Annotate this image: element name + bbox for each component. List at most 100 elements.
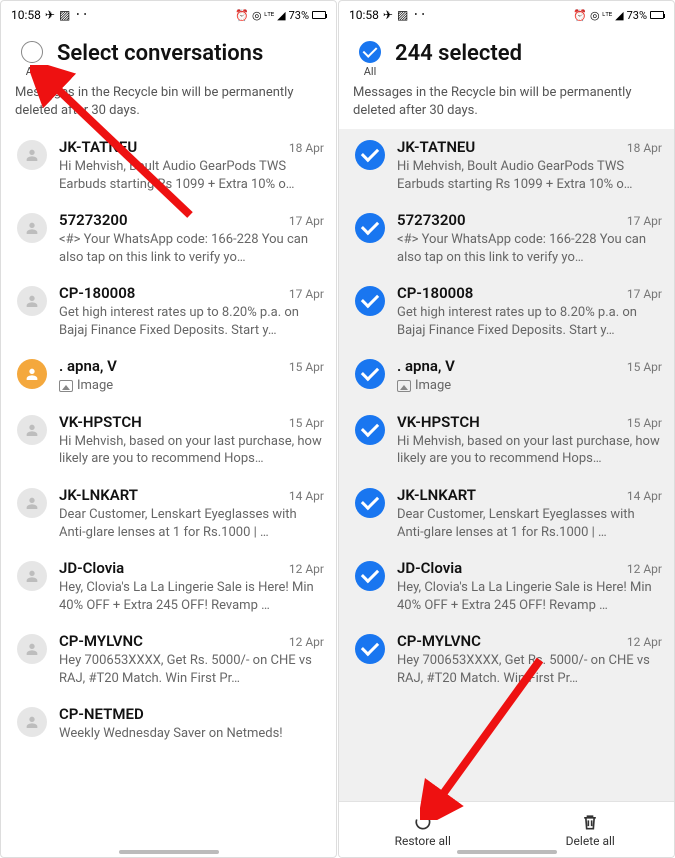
delete-all-button[interactable]: Delete all — [507, 802, 675, 857]
recycle-bin-notice: Messages in the Recycle bin will be perm… — [1, 84, 336, 129]
battery-icon — [312, 11, 326, 19]
message-preview: Image — [397, 377, 662, 395]
trash-icon — [580, 812, 600, 832]
sender-name: VK-HPSTCH — [59, 413, 142, 431]
alarm-icon: ⏰ — [573, 9, 587, 22]
generic-avatar — [17, 488, 47, 518]
sender-name: CP-MYLVNC — [397, 632, 481, 650]
sender-name: JD-Clovia — [59, 559, 124, 577]
generic-avatar — [17, 634, 47, 664]
battery-icon — [650, 11, 664, 19]
select-all-checkbox[interactable] — [21, 41, 43, 63]
conversation-row[interactable]: 5727320017 Apr<#> Your WhatsApp code: 16… — [1, 202, 336, 275]
sender-name: JD-Clovia — [397, 559, 462, 577]
message-preview: Image — [59, 377, 324, 395]
message-date: 17 Apr — [627, 287, 662, 301]
message-date: 14 Apr — [627, 489, 662, 503]
message-preview: Dear Customer, Lenskart Eyeglasses with … — [59, 506, 324, 541]
sender-name: JK-TATNEU — [397, 138, 475, 156]
conversation-list[interactable]: JK-TATNEU18 AprHi Mehvish, Boult Audio G… — [339, 129, 674, 801]
sender-name: 57273200 — [397, 211, 466, 229]
select-all-label: All — [26, 65, 39, 78]
page-title: 244 selected — [389, 41, 522, 66]
sender-name: CP-NETMED — [59, 705, 144, 723]
message-date: 18 Apr — [627, 141, 662, 155]
selected-check-icon — [355, 415, 385, 445]
signal-icon: ◢ — [615, 9, 623, 22]
conversation-row[interactable]: JD-Clovia12 AprHey, Clovia's La La Linge… — [339, 550, 674, 623]
alarm-icon: ⏰ — [235, 9, 249, 22]
conversation-list[interactable]: JK-TATNEU18 AprHi Mehvish, Boult Audio G… — [1, 129, 336, 857]
generic-avatar — [17, 707, 47, 737]
message-date: 17 Apr — [627, 214, 662, 228]
sender-name: . apna, V — [59, 357, 117, 375]
status-bar: 10:58 ✈ ▨ ᛫᛫ ⏰ ◎ ᴸᵀᴱ ◢ 73% — [339, 1, 674, 29]
sender-name: CP-MYLVNC — [59, 632, 143, 650]
sender-name: . apna, V — [397, 357, 455, 375]
conversation-row[interactable]: . apna, V 15 Apr Image — [339, 348, 674, 404]
restore-all-label: Restore all — [395, 834, 451, 848]
conversation-row[interactable]: JK-LNKART 14 Apr Dear Customer, Lenskart E… — [1, 477, 336, 550]
right-panel: 10:58 ✈ ▨ ᛫᛫ ⏰ ◎ ᴸᵀᴱ ◢ 73% All 244 selec… — [338, 0, 675, 858]
select-all-checkbox[interactable] — [359, 41, 381, 63]
battery-pct: 73% — [627, 9, 647, 22]
page-title: Select conversations — [51, 41, 263, 66]
message-preview: Dear Customer, Lenskart Eyeglasses with … — [397, 506, 662, 541]
gesture-bar — [119, 850, 219, 854]
generic-avatar — [17, 213, 47, 243]
conversation-row[interactable]: JD-Clovia12 AprHey, Clovia's La La Linge… — [1, 550, 336, 623]
sender-name: VK-HPSTCH — [397, 413, 480, 431]
more-notif-icon: ᛫᛫ — [412, 8, 426, 22]
conversation-row[interactable]: JK-LNKART14 AprDear Customer, Lenskart E… — [339, 477, 674, 550]
status-time: 10:58 — [11, 8, 41, 22]
message-date: 15 Apr — [289, 360, 324, 374]
message-preview: Weekly Wednesday Saver on Netmeds! — [59, 725, 324, 743]
sender-name: CP-180008 — [397, 284, 473, 302]
conversation-row[interactable]: CP-18000817 AprGet high interest rates u… — [1, 275, 336, 348]
conversation-row[interactable]: CP-MYLVNC12 AprHey 700653XXXX, Get Rs. 5… — [1, 623, 336, 696]
conversation-row[interactable]: CP-MYLVNC12 AprHey 700653XXXX, Get Rs. 5… — [339, 623, 674, 696]
status-time: 10:58 — [349, 8, 379, 22]
generic-avatar — [17, 561, 47, 591]
message-preview: Hey, Clovia's La La Lingerie Sale is Her… — [59, 579, 324, 614]
conversation-row[interactable]: VK-HPSTCH15 AprHi Mehvish, based on your… — [1, 404, 336, 477]
message-date: 15 Apr — [627, 360, 662, 374]
gallery-icon: ▨ — [59, 8, 70, 22]
image-attachment-icon — [59, 380, 73, 392]
conversation-row[interactable]: JK-TATNEU18 AprHi Mehvish, Boult Audio G… — [1, 129, 336, 202]
conversation-row[interactable]: CP-18000817 AprGet high interest rates u… — [339, 275, 674, 348]
selected-check-icon — [355, 634, 385, 664]
message-date: 12 Apr — [627, 635, 662, 649]
battery-pct: 73% — [289, 9, 309, 22]
selected-check-icon — [355, 213, 385, 243]
message-preview: Hey 700653XXXX, Get Rs. 5000/- on CHE vs… — [59, 652, 324, 687]
selected-check-icon — [355, 286, 385, 316]
telegram-icon: ✈ — [45, 8, 55, 22]
hotspot-icon: ◎ — [252, 9, 262, 22]
telegram-icon: ✈ — [383, 8, 393, 22]
conversation-row[interactable]: 57273200 17 Apr <#> Your WhatsApp code: 16… — [339, 202, 674, 275]
message-preview: <#> Your WhatsApp code: 166-228 You can … — [397, 231, 662, 266]
gallery-icon: ▨ — [397, 8, 408, 22]
status-bar: 10:58 ✈ ▨ ᛫᛫ ⏰ ◎ ᴸᵀᴱ ◢ 73% — [1, 1, 336, 29]
signal-icon: ◢ — [277, 9, 285, 22]
recycle-bin-notice: Messages in the Recycle bin will be perm… — [339, 84, 674, 129]
sender-name: CP-180008 — [59, 284, 135, 302]
hotspot-icon: ◎ — [590, 9, 600, 22]
select-all-label: All — [364, 65, 377, 78]
volte-icon: ᴸᵀᴱ — [603, 11, 613, 20]
selected-check-icon — [355, 140, 385, 170]
message-date: 14 Apr — [289, 489, 324, 503]
conversation-row[interactable]: JK-TATNEU18 AprHi Mehvish, Boult Audio G… — [339, 129, 674, 202]
contact-avatar — [17, 359, 47, 389]
sender-name: JK-TATNEU — [59, 138, 137, 156]
conversation-row[interactable]: VK-HPSTCH15 AprHi Mehvish, based on your… — [339, 404, 674, 477]
sender-name: JK-LNKART — [59, 486, 138, 504]
restore-all-button[interactable]: Restore all — [339, 802, 507, 857]
generic-avatar — [17, 140, 47, 170]
more-notif-icon: ᛫᛫ — [74, 8, 88, 22]
conversation-row[interactable]: CP-NETMED Weekly Wednesday Saver on Netme… — [1, 696, 336, 752]
selection-header: All Select conversations — [1, 29, 336, 84]
conversation-row[interactable]: . apna, V 15 Apr Image — [1, 348, 336, 404]
selection-header: All 244 selected — [339, 29, 674, 84]
